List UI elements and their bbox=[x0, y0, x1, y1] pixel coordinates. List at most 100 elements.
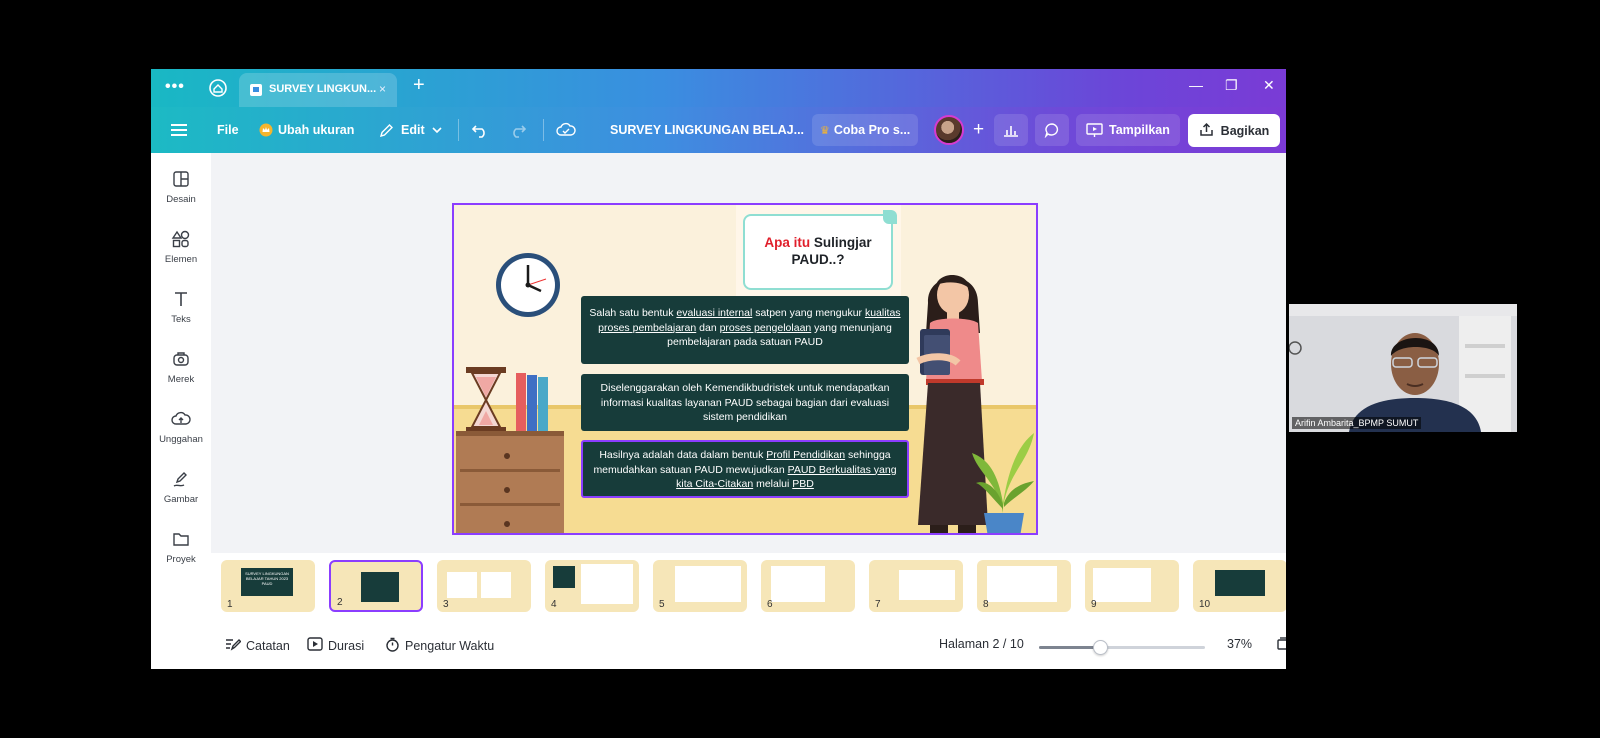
tab-survey[interactable]: SURVEY LINGKUN... × bbox=[239, 73, 397, 107]
duration-button[interactable]: Durasi bbox=[307, 637, 364, 654]
user-avatar[interactable] bbox=[934, 115, 964, 145]
page-thumbnail[interactable]: 3 bbox=[437, 560, 531, 612]
share-button[interactable]: Bagikan bbox=[1188, 114, 1280, 147]
page-thumbnail[interactable]: 10 bbox=[1193, 560, 1286, 612]
box3-underline: Profil Pendidikan bbox=[766, 449, 846, 461]
timer-label: Pengatur Waktu bbox=[405, 639, 495, 653]
zoom-slider[interactable] bbox=[1039, 640, 1205, 655]
timer-button[interactable]: Pengatur Waktu bbox=[385, 637, 494, 655]
page-thumbnail[interactable]: 5 bbox=[653, 560, 747, 612]
page-thumbnail[interactable]: 8 bbox=[977, 560, 1071, 612]
browser-tab-strip: ••• SURVEY LINGKUN... × + — ❐ ✕ bbox=[151, 69, 1286, 107]
page-thumbnail[interactable]: 6 bbox=[761, 560, 855, 612]
canva-doc-icon bbox=[249, 83, 263, 97]
participant-name: Arifin Ambarita_BPMP SUMUT bbox=[1292, 417, 1422, 429]
comments-button[interactable] bbox=[1035, 114, 1069, 146]
sidebar-item-label: Merek bbox=[167, 374, 195, 385]
box3-underline: PBD bbox=[792, 478, 814, 490]
participant-video bbox=[1289, 304, 1517, 432]
sidebar-item-uploads[interactable]: Unggahan bbox=[151, 409, 211, 445]
undo-icon[interactable] bbox=[471, 107, 489, 153]
sidebar-item-projects[interactable]: Proyek bbox=[151, 529, 211, 565]
page-thumbnail[interactable]: 9 bbox=[1085, 560, 1179, 612]
sidebar-item-text[interactable]: Teks bbox=[151, 289, 211, 325]
box1-underline: evaluasi internal bbox=[676, 307, 753, 319]
timer-icon bbox=[385, 637, 400, 655]
document-title[interactable]: SURVEY LINGKUNGAN BELAJ... bbox=[610, 107, 804, 153]
slide-2-canvas[interactable]: Apa itu Sulingjar PAUD..? Salah satu ben… bbox=[452, 203, 1038, 535]
editor-footer: Catatan Durasi Pengatur Waktu Halaman 2 … bbox=[211, 625, 1286, 669]
page-thumbnail[interactable]: 4 bbox=[545, 560, 639, 612]
comment-icon bbox=[1044, 122, 1060, 138]
sidebar-item-draw[interactable]: Gambar bbox=[151, 469, 211, 505]
close-tab-icon[interactable]: × bbox=[379, 82, 386, 96]
editor-toolbar: File Ubah ukuran Edit SURVEY LINGKUNGAN … bbox=[151, 107, 1286, 153]
sidebar-item-elements[interactable]: Elemen bbox=[151, 229, 211, 265]
zoom-slider-fill bbox=[1039, 646, 1100, 649]
sidebar-item-design[interactable]: Desain bbox=[151, 169, 211, 205]
home-icon[interactable] bbox=[207, 77, 229, 99]
page-thumbnail-strip: SURVEY LINGKUNGAN BELAJAR TAHUN 2023 PAU… bbox=[211, 553, 1286, 625]
thumbnail-number: 10 bbox=[1199, 599, 1211, 610]
info-box-2[interactable]: Diselenggarakan oleh Kemendikbudristek u… bbox=[581, 374, 909, 431]
pro-label: Coba Pro s... bbox=[833, 123, 911, 137]
notes-icon bbox=[225, 637, 242, 654]
layout-icon bbox=[171, 169, 191, 189]
pencil-icon bbox=[379, 123, 394, 138]
canva-window: ••• SURVEY LINGKUN... × + — ❐ ✕ File Uba… bbox=[151, 69, 1286, 669]
sidebar-item-label: Unggahan bbox=[159, 434, 203, 445]
page-thumbnail[interactable]: 7 bbox=[869, 560, 963, 612]
text-icon bbox=[171, 289, 191, 309]
sidebar-item-label: Elemen bbox=[164, 254, 198, 265]
notes-label: Catatan bbox=[246, 638, 290, 653]
hamburger-menu-icon[interactable] bbox=[171, 107, 187, 153]
thumbnail-number: 7 bbox=[875, 599, 881, 610]
box1-text: dan bbox=[696, 321, 720, 334]
page-thumbnail-active[interactable]: 2 bbox=[329, 560, 423, 612]
thumbnail-number: 6 bbox=[767, 599, 773, 610]
page-view-icon[interactable] bbox=[1277, 637, 1286, 651]
binder-illustration bbox=[538, 377, 548, 431]
page-thumbnail[interactable]: SURVEY LINGKUNGAN BELAJAR TAHUN 2023 PAU… bbox=[221, 560, 315, 612]
video-participant-tile[interactable]: Arifin Ambarita_BPMP SUMUT bbox=[1289, 304, 1517, 432]
present-button[interactable]: Tampilkan bbox=[1076, 114, 1180, 146]
toolbar-divider bbox=[543, 119, 544, 141]
duration-label: Durasi bbox=[328, 638, 365, 653]
edit-mode-button[interactable]: Edit bbox=[379, 107, 442, 153]
minimize-button[interactable]: — bbox=[1189, 77, 1203, 93]
sidebar-item-brand[interactable]: Merek bbox=[151, 349, 211, 385]
slide-title-card[interactable]: Apa itu Sulingjar PAUD..? bbox=[743, 210, 897, 290]
slide-title-line1: Apa itu Sulingjar bbox=[745, 234, 891, 251]
thumbnail-number: 8 bbox=[983, 599, 989, 610]
new-tab-button[interactable]: + bbox=[413, 74, 425, 97]
try-pro-button[interactable]: ♛ Coba Pro s... bbox=[812, 114, 919, 146]
slide-title-line2: PAUD..? bbox=[791, 252, 845, 267]
box3-text: Hasilnya adalah data dalam bentuk bbox=[599, 449, 767, 461]
slide-title-red: Apa itu bbox=[764, 235, 811, 250]
restore-button[interactable]: ❐ bbox=[1225, 77, 1238, 94]
cabinet-illustration bbox=[456, 431, 564, 533]
file-menu-button[interactable]: File bbox=[217, 107, 239, 153]
chevron-down-icon bbox=[432, 126, 442, 134]
thumbnail-number: 4 bbox=[551, 599, 557, 610]
box2-text: Diselenggarakan oleh Kemendikbudristek u… bbox=[600, 382, 890, 423]
box3-text: melalui bbox=[753, 478, 793, 490]
resize-button[interactable]: Ubah ukuran bbox=[259, 107, 354, 153]
redo-icon[interactable] bbox=[509, 107, 527, 153]
cloud-saved-icon[interactable] bbox=[556, 107, 576, 153]
notes-button[interactable]: Catatan bbox=[225, 637, 290, 654]
insights-button[interactable] bbox=[994, 114, 1028, 146]
share-upload-icon bbox=[1199, 122, 1214, 140]
close-window-button[interactable]: ✕ bbox=[1263, 77, 1275, 94]
info-box-3[interactable]: Hasilnya adalah data dalam bentuk Profil… bbox=[581, 440, 909, 498]
brand-icon bbox=[171, 349, 191, 369]
info-box-1[interactable]: Salah satu bentuk evaluasi internal satp… bbox=[581, 296, 909, 364]
zoom-level[interactable]: 37% bbox=[1227, 637, 1252, 651]
add-collaborator-button[interactable]: + bbox=[973, 107, 984, 153]
page-indicator: Halaman 2 / 10 bbox=[939, 637, 1024, 651]
plant-illustration bbox=[972, 433, 1034, 533]
upload-cloud-icon bbox=[171, 409, 191, 429]
zoom-slider-knob[interactable] bbox=[1093, 640, 1108, 655]
more-menu-button[interactable]: ••• bbox=[165, 78, 185, 96]
sidebar-item-label: Desain bbox=[166, 194, 196, 205]
